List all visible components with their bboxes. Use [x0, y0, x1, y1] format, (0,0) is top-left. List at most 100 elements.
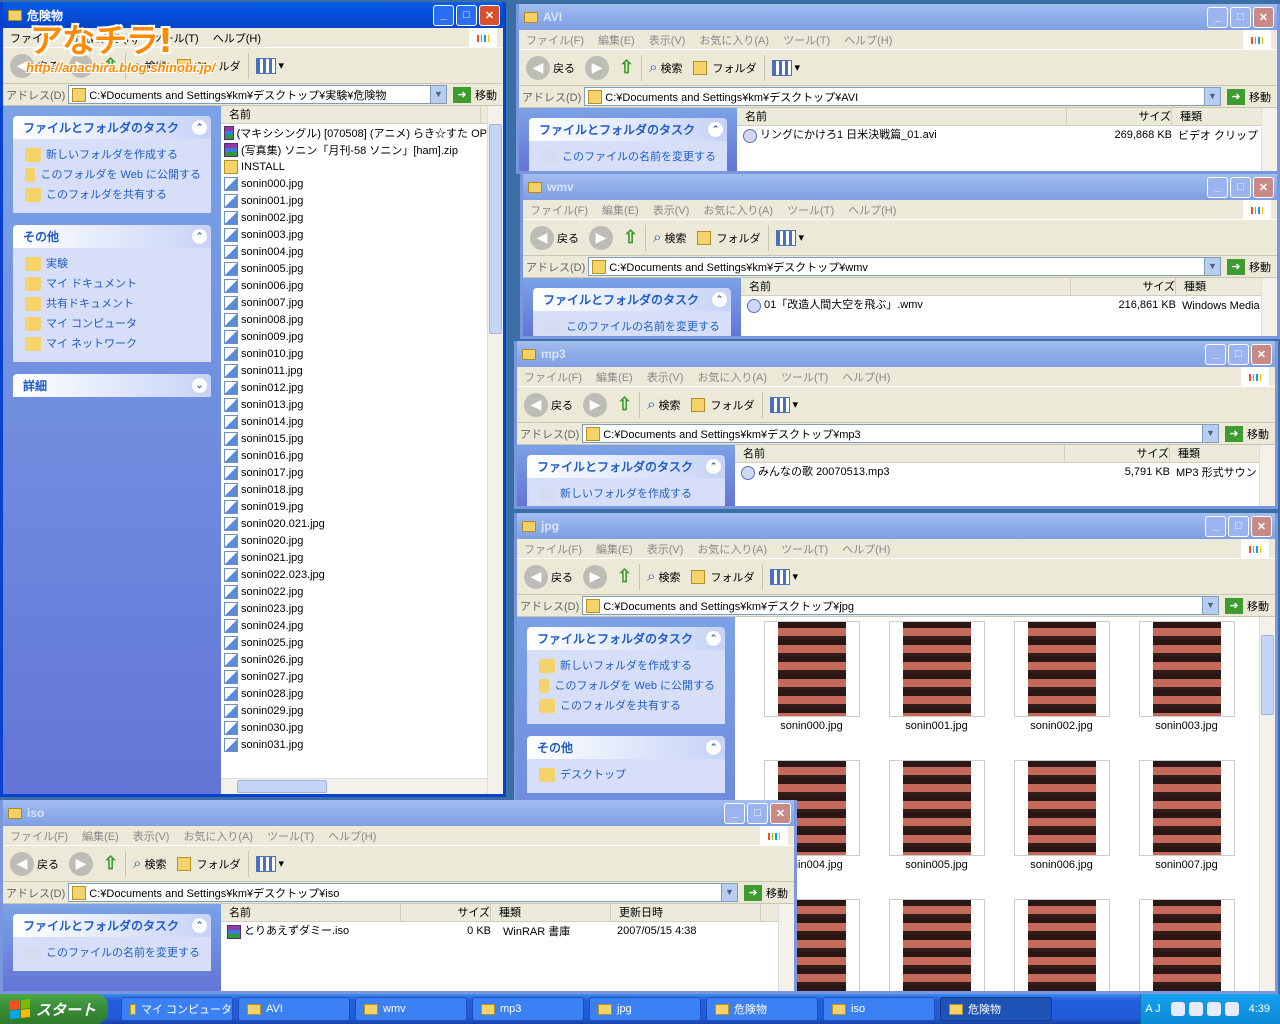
file-row[interactable]: sonin008.jpg: [221, 311, 487, 328]
file-row[interactable]: リングにかけろ1 日米決戦篇_01.avi 269,868 KB ビデオ クリップ: [737, 126, 1277, 143]
go-button[interactable]: ➜ 移動: [744, 884, 788, 901]
go-button[interactable]: ➜ 移動: [1225, 597, 1269, 614]
column-header[interactable]: 名前: [221, 106, 481, 123]
collapse-chevron-icon[interactable]: ⌃: [705, 458, 722, 475]
file-row[interactable]: sonin028.jpg: [221, 685, 487, 702]
maximize-button[interactable]: □: [456, 4, 477, 26]
address-field[interactable]: C:¥Documents and Settings¥km¥デスクトップ¥iso ▼: [68, 883, 738, 902]
thumbnail-item[interactable]: sonin006.jpg: [999, 760, 1124, 899]
menu-item[interactable]: ツール(T): [774, 541, 835, 557]
task-panel-header[interactable]: ファイルとフォルダのタスク ⌃: [13, 116, 211, 139]
menu-item[interactable]: お気に入り(A): [696, 202, 780, 218]
menu-item[interactable]: ファイル(F): [517, 541, 589, 557]
file-row[interactable]: sonin030.jpg: [221, 719, 487, 736]
maximize-button[interactable]: □: [1230, 6, 1251, 28]
up-folder-button[interactable]: ⇧: [614, 566, 635, 587]
column-header[interactable]: 種類: [1172, 108, 1272, 125]
address-dropdown-button[interactable]: ▼: [1204, 88, 1220, 105]
close-button[interactable]: ✕: [1253, 176, 1274, 198]
views-button[interactable]: ▾: [767, 396, 802, 413]
file-row[interactable]: (マキシシングル) [070508] (アニメ) らき☆すた OP: [221, 124, 487, 141]
task-panel-header[interactable]: ファイルとフォルダのタスク ⌃: [527, 455, 725, 478]
file-row[interactable]: sonin022.jpg: [221, 583, 487, 600]
file-row[interactable]: sonin001.jpg: [221, 192, 487, 209]
file-row[interactable]: sonin004.jpg: [221, 243, 487, 260]
menu-item[interactable]: 編集(E): [589, 541, 640, 557]
menu-item[interactable]: ヘルプ(H): [835, 541, 897, 557]
forward-button[interactable]: ▶: [580, 392, 610, 417]
horizontal-scrollbar[interactable]: [221, 778, 487, 794]
other-place-link[interactable]: 実験: [25, 254, 201, 274]
menu-item[interactable]: 表示(V): [642, 32, 693, 48]
vertical-scrollbar[interactable]: [1261, 108, 1277, 171]
file-row[interactable]: sonin020.jpg: [221, 532, 487, 549]
ime-indicator[interactable]: A J: [1145, 1003, 1160, 1015]
file-row[interactable]: sonin005.jpg: [221, 260, 487, 277]
file-row[interactable]: sonin022.023.jpg: [221, 566, 487, 583]
minimize-button[interactable]: _: [1207, 176, 1228, 198]
menu-item[interactable]: 編集(E): [75, 828, 126, 844]
task-panel-header[interactable]: ファイルとフォルダのタスク ⌃: [13, 914, 211, 937]
column-header[interactable]: 名前: [741, 278, 1071, 295]
file-row[interactable]: sonin020.021.jpg: [221, 515, 487, 532]
thumbnail-item[interactable]: sonin002.jpg: [999, 621, 1124, 760]
address-dropdown-button[interactable]: ▼: [1204, 258, 1220, 275]
file-row[interactable]: sonin031.jpg: [221, 736, 487, 753]
close-button[interactable]: ✕: [479, 4, 500, 26]
task-link[interactable]: このファイルの名前を変更する: [545, 317, 721, 336]
task-link[interactable]: このファイルの名前を変更する: [25, 943, 201, 963]
task-link[interactable]: このフォルダを Web に公開する: [539, 676, 715, 696]
menu-item[interactable]: ツール(T): [774, 369, 835, 385]
mp3-window[interactable]: mp3 _ □ ✕ ファイル(F) 編集(E) 表示(V) お気に入り(A) ツール(T) ヘルプ…: [514, 341, 1278, 509]
vertical-scrollbar[interactable]: [1259, 445, 1275, 506]
up-folder-button[interactable]: ⇧: [620, 227, 641, 248]
file-row[interactable]: sonin007.jpg: [221, 294, 487, 311]
taskbar-button[interactable]: 危険物: [940, 997, 1052, 1021]
menu-item[interactable]: ヘルプ(H): [835, 369, 897, 385]
address-dropdown-button[interactable]: ▼: [430, 86, 446, 103]
thumbnail-item[interactable]: [999, 899, 1124, 991]
back-button[interactable]: ◀ 戻る: [527, 225, 582, 250]
go-button[interactable]: ➜ 移動: [1227, 88, 1271, 105]
scroll-thumb[interactable]: [1261, 635, 1274, 715]
file-row[interactable]: sonin019.jpg: [221, 498, 487, 515]
menu-item[interactable]: ヘルプ(H): [321, 828, 383, 844]
close-button[interactable]: ✕: [1251, 515, 1272, 537]
close-button[interactable]: ✕: [1253, 6, 1274, 28]
folders-button[interactable]: フォルダ: [174, 856, 244, 872]
task-link[interactable]: このファイルの名前を変更する: [541, 147, 717, 167]
task-link[interactable]: 新しいフォルダを作成する: [539, 484, 715, 504]
menu-item[interactable]: ヘルプ(H): [206, 30, 268, 46]
up-folder-button[interactable]: ⇧: [100, 853, 121, 874]
minimize-button[interactable]: _: [1207, 6, 1228, 28]
address-dropdown-button[interactable]: ▼: [1202, 425, 1218, 442]
column-header[interactable]: サイズ: [1067, 108, 1172, 125]
file-row[interactable]: sonin013.jpg: [221, 396, 487, 413]
other-places-header[interactable]: その他 ⌃: [527, 736, 725, 759]
menu-item[interactable]: 編集(E): [595, 202, 646, 218]
scroll-thumb[interactable]: [237, 780, 327, 793]
column-header[interactable]: サイズ: [1065, 445, 1170, 462]
menu-item[interactable]: 表示(V): [640, 541, 691, 557]
taskbar-button[interactable]: jpg: [589, 997, 701, 1021]
menu-item[interactable]: ヘルプ(H): [837, 32, 899, 48]
taskbar-button[interactable]: AVI: [238, 997, 350, 1021]
details-header[interactable]: 詳細 ⌄: [13, 374, 211, 397]
tray-icon[interactable]: [1206, 1002, 1221, 1016]
taskbar-button[interactable]: wmv: [355, 997, 467, 1021]
views-button[interactable]: ▾: [773, 229, 808, 246]
menu-item[interactable]: ツール(T): [260, 828, 321, 844]
title-bar[interactable]: jpg _ □ ✕: [517, 513, 1275, 539]
other-place-link[interactable]: 共有ドキュメント: [25, 294, 201, 314]
file-row[interactable]: sonin018.jpg: [221, 481, 487, 498]
collapse-chevron-icon[interactable]: ⌃: [711, 291, 728, 308]
thumbnail-item[interactable]: sonin003.jpg: [1124, 621, 1249, 760]
collapse-chevron-icon[interactable]: ⌃: [191, 119, 208, 136]
iso-window[interactable]: iso _ □ ✕ ファイル(F) 編集(E) 表示(V) お気に入り(A) ツール(T) ヘルプ…: [0, 800, 797, 994]
search-button[interactable]: ⌕ 検索: [644, 396, 683, 413]
vertical-scrollbar[interactable]: [1261, 278, 1277, 336]
file-row[interactable]: sonin027.jpg: [221, 668, 487, 685]
collapse-chevron-icon[interactable]: ⌃: [191, 228, 208, 245]
menu-item[interactable]: ツール(T): [780, 202, 841, 218]
column-header[interactable]: サイズ: [401, 904, 491, 921]
